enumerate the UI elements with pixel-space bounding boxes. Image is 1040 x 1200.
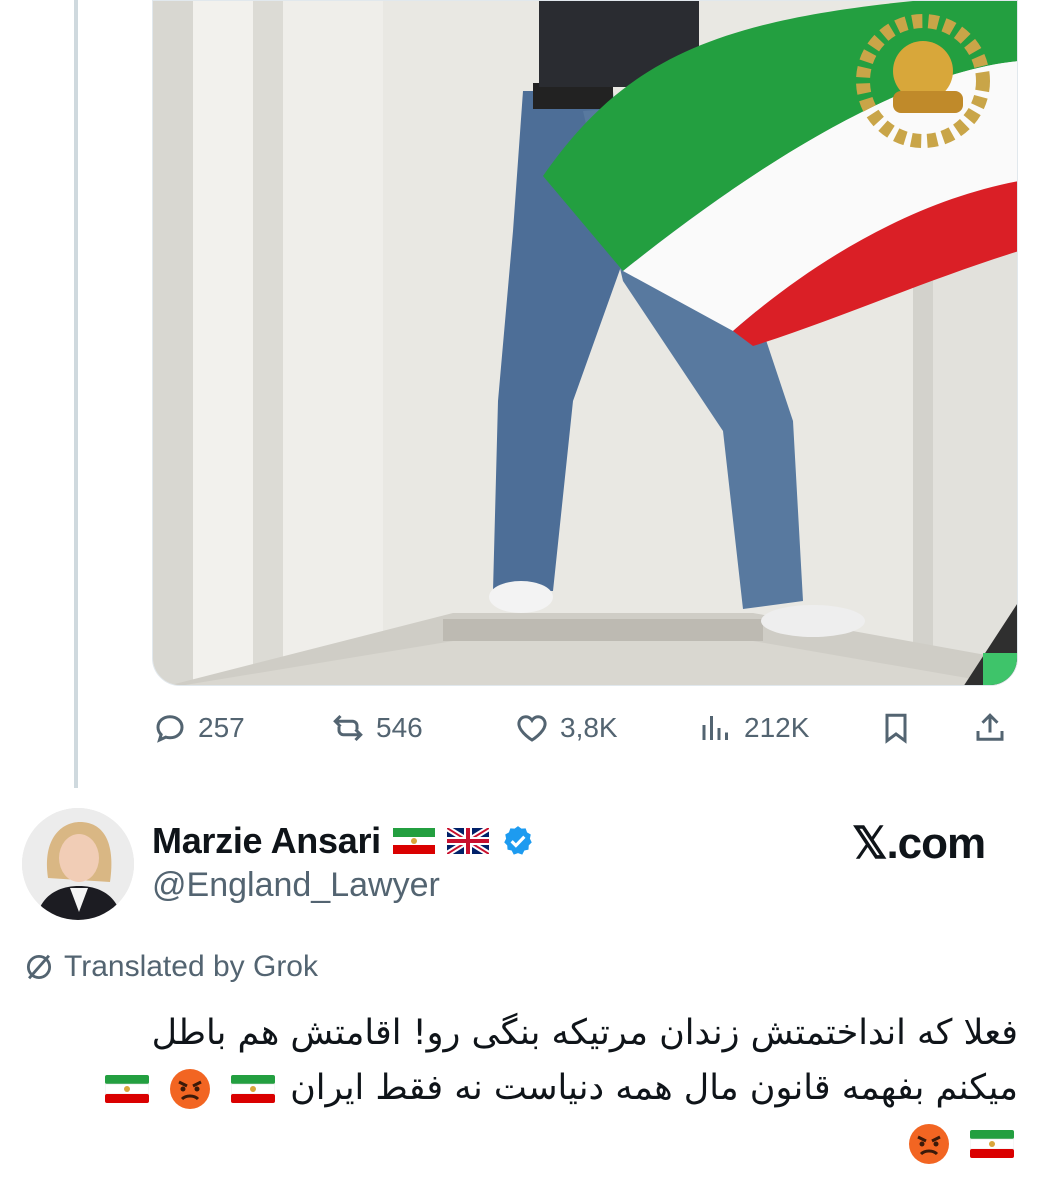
photo-illustration: [153, 1, 1017, 685]
uk-flag-icon: [446, 828, 489, 854]
avatar[interactable]: [22, 808, 134, 920]
iran-flag-emoji-icon: [230, 1075, 275, 1103]
repost-count: 546: [376, 712, 423, 743]
author-handle[interactable]: @England_Lawyer: [152, 866, 440, 905]
tweet-body: فعلا که انداختمتش زندان مرتیکه بنگی رو! …: [22, 1006, 1018, 1171]
share-button[interactable]: [972, 702, 1008, 754]
author-name-row: Marzie Ansari: [152, 816, 535, 866]
heart-icon: [517, 715, 547, 742]
thread-connector-line: [74, 0, 78, 788]
tweet-line-2-text: میکنم بفهمه قانون مال همه دنیاست نه فقط …: [290, 1068, 1018, 1108]
author-display-name[interactable]: Marzie Ansari: [152, 820, 381, 862]
repost-button[interactable]: 546: [330, 702, 423, 754]
tweet-line-2: میکنم بفهمه قانون مال همه دنیاست نه فقط …: [22, 1061, 1018, 1116]
angry-face-emoji-icon: [908, 1124, 949, 1164]
iran-flag-icon: [392, 828, 435, 854]
share-icon: [976, 713, 1004, 741]
like-count: 3,8K: [560, 712, 618, 743]
reply-button[interactable]: 257: [152, 702, 245, 754]
translated-by-grok-label[interactable]: Translated by Grok: [22, 950, 318, 984]
verified-badge-icon: [504, 826, 532, 855]
views-chart-icon: [702, 716, 728, 740]
bookmark-button[interactable]: [878, 702, 914, 754]
like-button[interactable]: 3,8K: [514, 702, 618, 754]
grok-slash-icon: [26, 954, 52, 980]
reply-count: 257: [198, 712, 245, 743]
tweet-line-1: فعلا که انداختمتش زندان مرتیکه بنگی رو! …: [151, 1013, 1018, 1053]
tweet-action-bar: 257 546 3,8K 212K: [152, 702, 1018, 754]
iran-flag-emoji-icon: [104, 1075, 149, 1103]
views-button[interactable]: 212K: [698, 702, 809, 754]
translated-label-text: Translated by Grok: [64, 950, 318, 983]
x-com-watermark: 𝕏.com: [852, 819, 986, 868]
tweet-line-3: [22, 1116, 1018, 1171]
iran-flag-emoji-icon: [970, 1130, 1014, 1158]
avatar-portrait: [22, 808, 134, 920]
tweet-photo[interactable]: [152, 0, 1018, 686]
angry-face-emoji-icon: [169, 1069, 210, 1109]
repost-icon: [333, 714, 363, 742]
bookmark-icon: [885, 713, 907, 744]
views-count: 212K: [744, 712, 810, 743]
reply-icon: [156, 715, 184, 743]
